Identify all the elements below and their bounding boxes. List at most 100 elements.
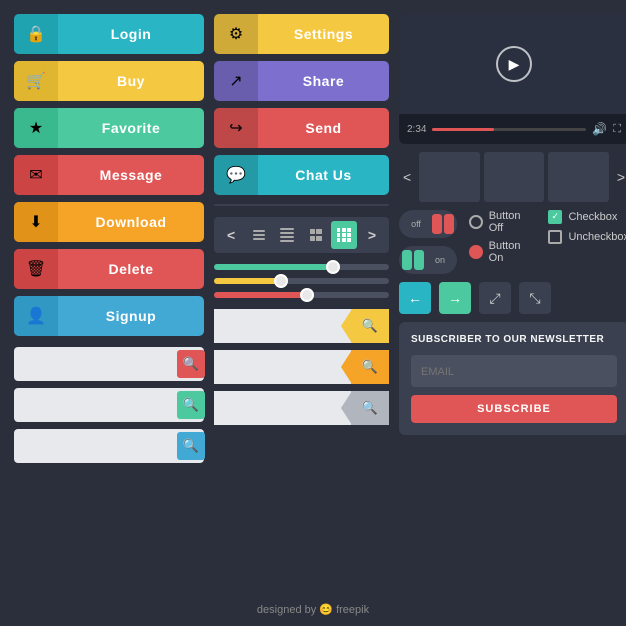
search-input-2[interactable] bbox=[22, 398, 177, 412]
search-arrow-input-2[interactable] bbox=[222, 360, 351, 374]
radio-button-on[interactable]: Button On bbox=[469, 240, 536, 264]
user-icon: 👤 bbox=[14, 296, 58, 336]
knob-1 bbox=[432, 214, 442, 234]
search-btn-3[interactable]: 🔍 bbox=[177, 432, 205, 460]
settings-button[interactable]: ⚙ Settings bbox=[214, 14, 389, 54]
slider-3[interactable] bbox=[214, 292, 389, 298]
controls-row: off on Button O bbox=[399, 210, 626, 274]
search-input-3[interactable] bbox=[22, 439, 177, 453]
grid-3-icon bbox=[337, 228, 351, 242]
search-arrow-icon-2: 🔍 bbox=[362, 359, 378, 375]
thumb-next[interactable]: > bbox=[613, 167, 626, 187]
video-screen: ▶ bbox=[399, 14, 626, 114]
message-button[interactable]: ✉ Message bbox=[14, 155, 204, 195]
search-input-1[interactable] bbox=[22, 357, 177, 371]
search-arrow-input-3[interactable] bbox=[222, 401, 351, 415]
view-prev[interactable]: < bbox=[218, 221, 244, 249]
search-btn-2[interactable]: 🔍 bbox=[177, 391, 205, 419]
search-bar-arrow-3: 🔍 bbox=[214, 391, 389, 425]
progress-fill bbox=[432, 128, 494, 131]
star-icon: ★ bbox=[14, 108, 58, 148]
compress-btn[interactable]: ⤡ bbox=[519, 282, 551, 314]
slider-2[interactable] bbox=[214, 278, 389, 284]
checkbox-unchecked[interactable]: Uncheckbox bbox=[548, 230, 626, 244]
expand-btn[interactable]: ⤢ bbox=[479, 282, 511, 314]
signup-label: Signup bbox=[58, 308, 204, 324]
search-bg-1 bbox=[214, 309, 351, 343]
search-arrow-input-1[interactable] bbox=[222, 319, 351, 333]
checkbox-label: Checkbox bbox=[568, 211, 617, 223]
download-icon: ⬇ bbox=[14, 202, 58, 242]
arrow-left-btn[interactable]: ← bbox=[399, 282, 431, 314]
delete-button[interactable]: 🗑 Delete bbox=[14, 249, 204, 289]
email-input[interactable] bbox=[421, 366, 607, 378]
mid-column: ⚙ Settings ↗ Share ↪ Send 💬 Chat Us < bbox=[214, 14, 389, 612]
search-arrow-btn-3[interactable]: 🔍 bbox=[351, 391, 389, 425]
send-label: Send bbox=[258, 120, 389, 136]
search-arrow-btn-2[interactable]: 🔍 bbox=[351, 350, 389, 384]
buy-label: Buy bbox=[58, 73, 204, 89]
view-grid-2[interactable] bbox=[303, 221, 329, 249]
toggle-on-knobs bbox=[402, 250, 424, 270]
thumbnail-3[interactable] bbox=[548, 152, 609, 202]
fullscreen-icon[interactable]: ⛶ bbox=[613, 123, 621, 136]
search-bar-1: 🔍 bbox=[14, 347, 204, 381]
volume-icon[interactable]: 🔊 bbox=[592, 122, 607, 136]
lock-icon: 🔒 bbox=[14, 14, 58, 54]
divider bbox=[214, 204, 389, 206]
message-label: Message bbox=[58, 167, 204, 183]
thumbnail-row: < > bbox=[399, 152, 626, 202]
cart-icon: 🛒 bbox=[14, 61, 58, 101]
uncheckbox-label: Uncheckbox bbox=[568, 231, 626, 243]
radio-circle-off bbox=[469, 215, 483, 229]
login-button[interactable]: 🔒 Login bbox=[14, 14, 204, 54]
attribution-brand: freepik bbox=[336, 604, 369, 616]
play-button[interactable]: ▶ bbox=[496, 46, 532, 82]
chat-button[interactable]: 💬 Chat Us bbox=[214, 155, 389, 195]
search-bar-arrow-2: 🔍 bbox=[214, 350, 389, 384]
share-button[interactable]: ↗ Share bbox=[214, 61, 389, 101]
buy-button[interactable]: 🛒 Buy bbox=[14, 61, 204, 101]
slider-1[interactable] bbox=[214, 264, 389, 270]
download-button[interactable]: ⬇ Download bbox=[14, 202, 204, 242]
favorite-button[interactable]: ★ Favorite bbox=[14, 108, 204, 148]
toggle-on[interactable]: on bbox=[399, 246, 457, 274]
signup-button[interactable]: 👤 Signup bbox=[14, 296, 204, 336]
thumbnail-2[interactable] bbox=[484, 152, 545, 202]
favorite-label: Favorite bbox=[58, 120, 204, 136]
radio-circle-on bbox=[469, 245, 483, 259]
subscribe-button[interactable]: SUBSCRIBE bbox=[411, 395, 617, 423]
knob-2 bbox=[444, 214, 454, 234]
progress-bar[interactable] bbox=[432, 128, 586, 131]
list-icon bbox=[253, 230, 265, 240]
search-arrow-btn-1[interactable]: 🔍 bbox=[351, 309, 389, 343]
search-bar-2: 🔍 bbox=[14, 388, 204, 422]
thumbnail-1[interactable] bbox=[419, 152, 480, 202]
view-list-1[interactable] bbox=[246, 221, 272, 249]
search-icon-1: 🔍 bbox=[183, 356, 199, 372]
view-grid-4[interactable] bbox=[331, 221, 357, 249]
compact-list-icon bbox=[280, 228, 294, 242]
radio-on-label: Button On bbox=[489, 240, 537, 264]
toggle-off-label: off bbox=[402, 219, 430, 229]
thumb-prev[interactable]: < bbox=[399, 167, 415, 187]
arrow-right-btn[interactable]: → bbox=[439, 282, 471, 314]
view-next[interactable]: > bbox=[359, 221, 385, 249]
arrow-nav: ← → ⤢ ⤡ bbox=[399, 282, 626, 314]
radio-off-label: Button Off bbox=[489, 210, 537, 234]
toggle-off[interactable]: off bbox=[399, 210, 457, 238]
search-bg-3 bbox=[214, 391, 351, 425]
view-list-2[interactable] bbox=[274, 221, 300, 249]
search-arrow-icon-3: 🔍 bbox=[362, 400, 378, 416]
newsletter-title: SUBSCRIBER TO OUR NEWSLETTER bbox=[411, 334, 617, 345]
search-icon-3: 🔍 bbox=[183, 438, 199, 454]
gear-icon: ⚙ bbox=[214, 14, 258, 54]
search-btn-1[interactable]: 🔍 bbox=[177, 350, 205, 378]
toggle-on-label: on bbox=[426, 255, 454, 265]
radio-button-off[interactable]: Button Off bbox=[469, 210, 536, 234]
search-bar-arrow-1: 🔍 bbox=[214, 309, 389, 343]
view-switcher: < bbox=[214, 217, 389, 253]
send-button[interactable]: ↪ Send bbox=[214, 108, 389, 148]
video-time: 2:34 bbox=[407, 124, 426, 135]
checkbox-checked[interactable]: Checkbox bbox=[548, 210, 626, 224]
